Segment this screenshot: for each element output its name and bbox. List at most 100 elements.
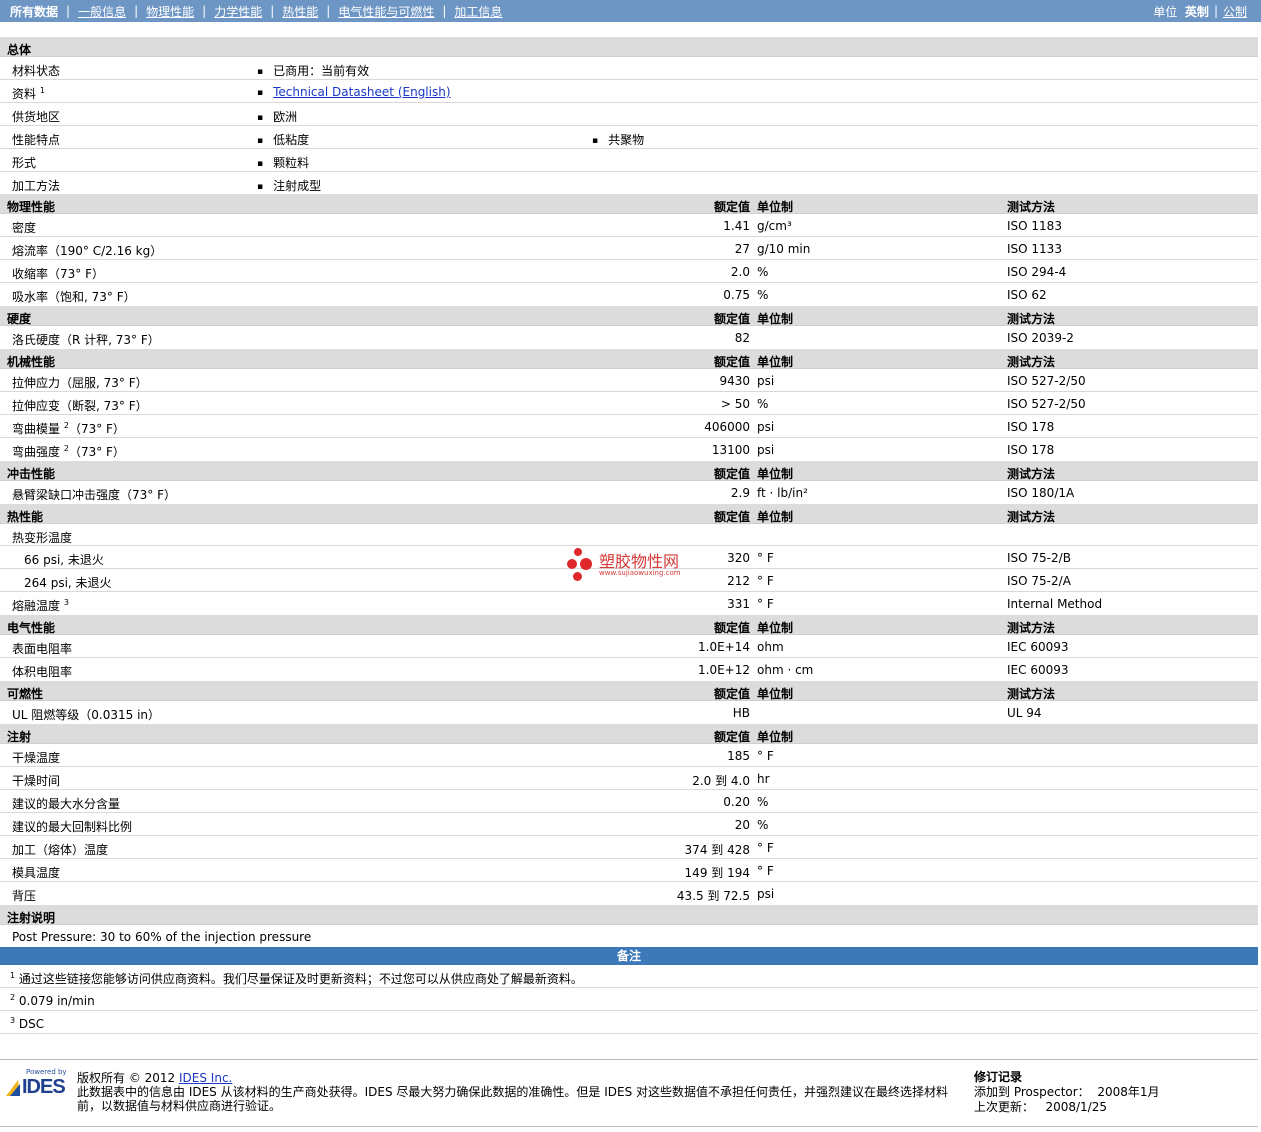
ides-inc-link[interactable]: IDES Inc. [179,1071,232,1085]
column-header-value: 额定值 [713,687,750,701]
row-label: 形式 [12,156,37,170]
section-mechanical: 机械性能 额定值 单位制 测试方法 [0,349,1258,369]
notes-header: 备注 [0,947,1258,965]
property-unit: % [757,818,769,832]
footnote-number: 1 [10,971,16,980]
tab-electrical-flammability[interactable]: 电气性能与可燃性 [338,3,434,20]
footnote-number: 2 [10,993,16,1002]
row-label: 资料 1 [12,85,45,102]
updated-label: 上次更新： [974,1100,1035,1114]
property-method: IEC 60093 [1007,663,1069,677]
property-label: 吸水率（饱和, 73° F） [12,290,136,304]
property-row: 建议的最大回制料比例 20% [0,813,1258,836]
property-unit: ° F [757,749,774,763]
property-label: 洛氏硬度（R 计秤, 73° F） [12,333,160,347]
row-label: 材料状态 [12,64,61,78]
property-row: 弯曲强度 2（73° F） 13100 psi ISO 178 [0,438,1258,461]
property-label: 熔流率（190° C/2.16 kg） [12,244,163,258]
feature-item: 共聚物 [592,131,644,148]
label-text: 熔融温度 [12,599,61,613]
property-value: 82 [734,331,750,345]
property-label: 熔融温度 3 [12,597,69,614]
column-header-method: 测试方法 [1007,687,1056,701]
footnote-text: 1 通过这些链接您能够访问供应商资料。我们尽量保证及时更新资料；不过您可以从供应… [10,970,583,987]
tab-all-data[interactable]: 所有数据 [10,3,58,20]
property-label: 体积电阻率 [12,665,73,679]
property-value: 149 到 194 [684,866,750,880]
logo-text: IDES [22,1076,66,1098]
property-value: 2.9 [730,486,750,500]
property-method: ISO 75-2/A [1007,574,1071,588]
column-header-method: 测试方法 [1007,355,1056,369]
property-row: 弯曲模量 2（73° F） 406000 psi ISO 178 [0,415,1258,438]
technical-datasheet-link[interactable]: Technical Datasheet (English) [273,85,450,99]
watermark-dot [573,572,582,581]
property-label: 建议的最大回制料比例 [12,820,133,834]
property-value: 43.5 到 72.5 [676,889,750,903]
property-row: 拉伸应力（屈服, 73° F） 9430 psi ISO 527-2/50 [0,369,1258,392]
tab-separator: | [442,4,447,18]
unit-metric-link[interactable]: 公制 [1223,3,1247,20]
property-row: 体积电阻率 1.0E+12 ohm · cm IEC 60093 [0,658,1258,681]
column-header-value: 额定值 [713,621,750,635]
revision-added: 添加到 Prospector： 2008年1月 [974,1085,1160,1100]
footer-bottom-divider [0,1126,1258,1127]
revision-title: 修订记录 [974,1070,1023,1084]
row-value: 注射成型 [257,177,321,194]
units-label: 单位 [1153,4,1178,19]
property-unit: psi [757,420,775,434]
tab-separator: | [326,4,331,18]
section-title: 物理性能 [7,200,56,214]
property-method: Internal Method [1007,597,1103,611]
datasheet: 总体 材料状态 已商用：当前有效 资料 1 Technical Datashee… [0,37,1258,1034]
site-watermark: 塑胶物性网 www.sujiaowuxing.com [567,548,707,584]
revision-history: 修订记录 添加到 Prospector： 2008年1月 上次更新： 2008/… [974,1070,1160,1115]
property-row: UL 阻燃等级（0.0315 in） HB UL 94 [0,701,1258,724]
watermark-dot [574,548,582,556]
section-injection: 注射 额定值 单位制 [0,724,1258,744]
unit-english-option[interactable]: 英制 [1185,3,1209,20]
tab-general-info[interactable]: 一般信息 [78,3,126,20]
property-method: IEC 60093 [1007,640,1069,654]
row-value: 欧洲 [257,108,297,125]
section-flammability: 可燃性 额定值 单位制 测试方法 [0,681,1258,701]
tab-processing[interactable]: 加工信息 [454,3,502,20]
property-row: 熔融温度 3 331 ° F Internal Method [0,592,1258,615]
tab-physical[interactable]: 物理性能 [146,3,194,20]
updated-value: 2008/1/25 [1045,1100,1107,1114]
row-label: 供货地区 [12,110,61,124]
property-value: 1.41 [723,219,750,233]
property-row: 密度 1.41 g/cm³ ISO 1183 [0,214,1258,237]
watermark-url: www.sujiaowuxing.com [599,569,681,577]
column-header-value: 额定值 [713,200,750,214]
row-value: Technical Datasheet (English) [257,85,450,99]
label-text: 弯曲强度 [12,445,61,459]
property-method: ISO 178 [1007,420,1055,434]
label-condition: （73° F） [68,445,125,459]
property-value: 27 [734,242,750,256]
property-unit: ft · lb/in² [757,486,808,500]
copyright-text: 此数据表中的信息由 IDES 从该材料的生产商处获得。IDES 尽最大努力确保此… [77,1085,949,1113]
revision-updated: 上次更新： 2008/1/25 [974,1100,1160,1115]
section-title: 可燃性 [7,687,44,701]
added-label: 添加到 Prospector： [974,1085,1090,1099]
property-label: 干燥温度 [12,751,61,765]
property-value: 212 [727,574,750,588]
unit-switcher: 单位 英制 | 公制 [1153,0,1247,22]
property-label: 建议的最大水分含量 [12,797,121,811]
property-label: 模具温度 [12,866,61,880]
column-header-unit: 单位制 [757,200,794,214]
property-method: ISO 2039-2 [1007,331,1074,345]
property-unit: hr [757,772,770,786]
top-nav-bar: 所有数据 | 一般信息 | 物理性能 | 力学性能 | 热性能 | 电气性能与可燃性 | 加… [0,0,1261,22]
property-label: 264 psi, 未退火 [24,576,112,590]
property-label: UL 阻燃等级（0.0315 in） [12,708,161,722]
property-row: 背压 43.5 到 72.5 psi [0,882,1258,905]
property-unit: % [757,288,769,302]
logo-powered-by: Powered by [26,1068,67,1076]
tab-mechanical[interactable]: 力学性能 [214,3,262,20]
tab-thermal[interactable]: 热性能 [282,3,318,20]
footnote-body: 0.079 in/min [18,994,95,1008]
property-label: 加工（熔体）温度 [12,843,109,857]
property-method: ISO 527-2/50 [1007,397,1086,411]
